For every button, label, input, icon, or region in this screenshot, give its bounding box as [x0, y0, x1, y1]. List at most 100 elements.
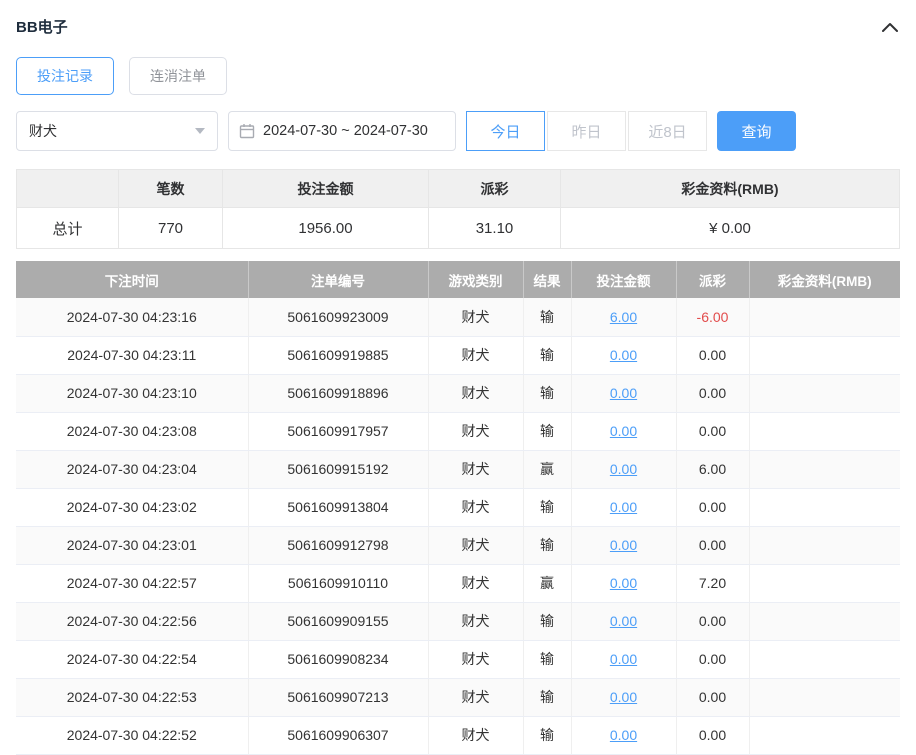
- bet-amount-link[interactable]: 0.00: [610, 347, 637, 363]
- summary-total-count: 770: [119, 208, 223, 249]
- bonus-cell: [749, 602, 900, 640]
- bet-time-cell: 2024-07-30 04:22:54: [16, 640, 248, 678]
- summary-header-row: 笔数 投注金额 派彩 彩金资料(RMB): [17, 170, 900, 208]
- game-type-cell: 财犬: [428, 488, 523, 526]
- panel-header: BB电子: [16, 0, 900, 51]
- order-id-cell: 5061609910110: [248, 564, 428, 602]
- result-cell: 输: [523, 678, 571, 716]
- today-button[interactable]: 今日: [466, 111, 545, 151]
- bet-time-cell: 2024-07-30 04:23:02: [16, 488, 248, 526]
- result-cell: 输: [523, 526, 571, 564]
- result-cell: 输: [523, 298, 571, 336]
- bonus-cell: [749, 374, 900, 412]
- payout-cell: 0.00: [676, 716, 749, 754]
- summary-header-empty: [17, 170, 119, 208]
- search-button[interactable]: 查询: [717, 111, 796, 151]
- bet-time-cell: 2024-07-30 04:23:01: [16, 526, 248, 564]
- result-cell: 输: [523, 488, 571, 526]
- bet-amount-link[interactable]: 0.00: [610, 727, 637, 743]
- bonus-cell: [749, 526, 900, 564]
- game-type-cell: 财犬: [428, 564, 523, 602]
- records-header-cell: 结果: [523, 261, 571, 298]
- bonus-cell: [749, 678, 900, 716]
- payout-cell: 0.00: [676, 336, 749, 374]
- bonus-cell: [749, 298, 900, 336]
- game-type-cell: 财犬: [428, 678, 523, 716]
- bet-amount-link[interactable]: 0.00: [610, 423, 637, 439]
- order-id-cell: 5061609919885: [248, 336, 428, 374]
- bet-amount-link[interactable]: 0.00: [610, 613, 637, 629]
- bet-time-cell: 2024-07-30 04:23:08: [16, 412, 248, 450]
- bet-amount-link[interactable]: 6.00: [610, 309, 637, 325]
- table-row: 2024-07-30 04:22:545061609908234财犬输0.000…: [16, 640, 900, 678]
- records-header-cell: 投注金额: [571, 261, 676, 298]
- game-type-cell: 财犬: [428, 374, 523, 412]
- summary-total-label: 总计: [17, 208, 119, 249]
- bet-amount-link[interactable]: 0.00: [610, 499, 637, 515]
- bonus-cell: [749, 336, 900, 374]
- bonus-cell: [749, 412, 900, 450]
- last-8-days-button[interactable]: 近8日: [628, 111, 707, 151]
- summary-header-bonus: 彩金资料(RMB): [561, 170, 900, 208]
- bet-amount-link[interactable]: 0.00: [610, 575, 637, 591]
- bet-time-cell: 2024-07-30 04:22:52: [16, 716, 248, 754]
- bet-time-cell: 2024-07-30 04:23:10: [16, 374, 248, 412]
- summary-table: 笔数 投注金额 派彩 彩金资料(RMB) 总计 770 1956.00 31.1…: [16, 169, 900, 249]
- bet-amount-cell: 0.00: [571, 450, 676, 488]
- order-id-cell: 5061609923009: [248, 298, 428, 336]
- tab-bet-records[interactable]: 投注记录: [16, 57, 114, 95]
- bet-amount-cell: 0.00: [571, 412, 676, 450]
- bet-amount-link[interactable]: 0.00: [610, 651, 637, 667]
- summary-header-count: 笔数: [119, 170, 223, 208]
- summary-total-bet-amount: 1956.00: [223, 208, 429, 249]
- result-cell: 输: [523, 336, 571, 374]
- quick-date-buttons: 今日 昨日 近8日: [466, 111, 707, 151]
- summary-total-bonus: ¥ 0.00: [561, 208, 900, 249]
- game-type-cell: 财犬: [428, 412, 523, 450]
- yesterday-button[interactable]: 昨日: [547, 111, 626, 151]
- bonus-cell: [749, 488, 900, 526]
- records-header-cell: 游戏类别: [428, 261, 523, 298]
- order-id-cell: 5061609918896: [248, 374, 428, 412]
- tab-cancelled-orders[interactable]: 连消注单: [129, 57, 227, 95]
- game-select[interactable]: 财犬: [16, 111, 218, 151]
- bet-amount-cell: 0.00: [571, 488, 676, 526]
- payout-cell: 0.00: [676, 374, 749, 412]
- bet-amount-cell: 0.00: [571, 678, 676, 716]
- result-cell: 输: [523, 412, 571, 450]
- bet-amount-cell: 0.00: [571, 716, 676, 754]
- chevron-up-icon[interactable]: [882, 22, 900, 32]
- order-id-cell: 5061609908234: [248, 640, 428, 678]
- bet-amount-link[interactable]: 0.00: [610, 461, 637, 477]
- game-type-cell: 财犬: [428, 450, 523, 488]
- bet-amount-link[interactable]: 0.00: [610, 689, 637, 705]
- filter-row: 财犬 2024-07-30 ~ 2024-07-30 今日 昨日 近8日 查询: [16, 111, 900, 151]
- payout-cell: 6.00: [676, 450, 749, 488]
- result-cell: 赢: [523, 450, 571, 488]
- tab-bar: 投注记录 连消注单: [16, 57, 900, 95]
- summary-total-payout: 31.10: [429, 208, 561, 249]
- game-type-cell: 财犬: [428, 716, 523, 754]
- records-header-row: 下注时间注单编号游戏类别结果投注金额派彩彩金资料(RMB): [16, 261, 900, 298]
- order-id-cell: 5061609907213: [248, 678, 428, 716]
- records-header-cell: 彩金资料(RMB): [749, 261, 900, 298]
- payout-cell: 0.00: [676, 488, 749, 526]
- table-row: 2024-07-30 04:23:105061609918896财犬输0.000…: [16, 374, 900, 412]
- date-range-input[interactable]: 2024-07-30 ~ 2024-07-30: [228, 111, 456, 151]
- records-header-cell: 派彩: [676, 261, 749, 298]
- order-id-cell: 5061609913804: [248, 488, 428, 526]
- table-row: 2024-07-30 04:22:575061609910110财犬赢0.007…: [16, 564, 900, 602]
- order-id-cell: 5061609912798: [248, 526, 428, 564]
- date-range-value: 2024-07-30 ~ 2024-07-30: [263, 123, 428, 139]
- order-id-cell: 5061609915192: [248, 450, 428, 488]
- table-row: 2024-07-30 04:23:165061609923009财犬输6.00-…: [16, 298, 900, 336]
- table-row: 2024-07-30 04:23:015061609912798财犬输0.000…: [16, 526, 900, 564]
- bet-amount-link[interactable]: 0.00: [610, 537, 637, 553]
- payout-cell: 0.00: [676, 412, 749, 450]
- bonus-cell: [749, 716, 900, 754]
- table-row: 2024-07-30 04:23:045061609915192财犬赢 0.00 6…: [16, 450, 900, 488]
- bet-amount-cell: 0.00: [571, 526, 676, 564]
- bet-amount-link[interactable]: 0.00: [610, 385, 637, 401]
- bet-time-cell: 2024-07-30 04:23:04: [16, 450, 248, 488]
- bonus-cell: [749, 640, 900, 678]
